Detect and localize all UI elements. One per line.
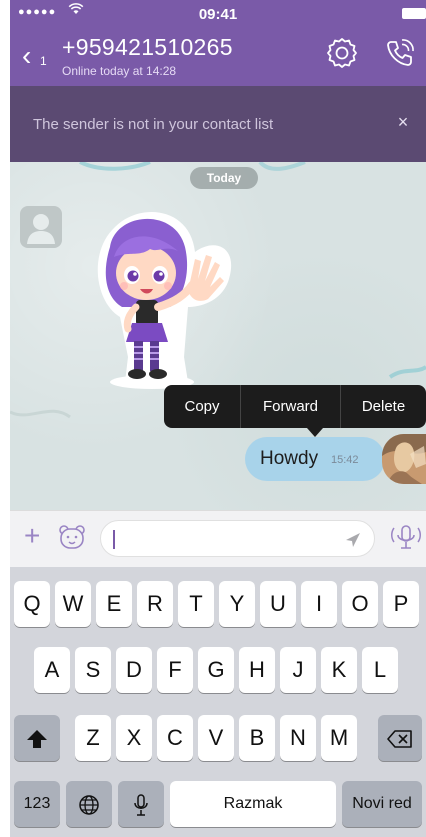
message-input[interactable] [100, 520, 375, 557]
status-bar: ●●●●● 09:41 [10, 0, 426, 30]
chat-header: ●●●●● 09:41 ‹ 1 +959421510265 Online tod… [10, 0, 426, 86]
backspace-icon [387, 730, 412, 748]
forward-menu-item[interactable]: Forward [241, 385, 341, 428]
key-l[interactable]: L [362, 647, 398, 693]
on-screen-keyboard: Q W E R T Y U I O P A S D F G H J K L Z … [10, 567, 426, 837]
key-w[interactable]: W [55, 581, 91, 627]
message-timestamp: 15:42 [331, 454, 359, 466]
gear-icon [327, 38, 357, 68]
key-n[interactable]: N [280, 715, 316, 761]
message-composer: + [10, 510, 426, 567]
delete-menu-item[interactable]: Delete [341, 385, 426, 428]
key-v[interactable]: V [198, 715, 234, 761]
numbers-key[interactable]: 123 [14, 781, 60, 827]
key-f[interactable]: F [157, 647, 193, 693]
microphone-icon [134, 794, 148, 816]
send-icon[interactable] [344, 531, 362, 549]
key-b[interactable]: B [239, 715, 275, 761]
phone-icon [387, 39, 414, 66]
sticker-bear-icon[interactable] [58, 524, 86, 550]
key-j[interactable]: J [280, 647, 316, 693]
key-i[interactable]: I [301, 581, 337, 627]
dictation-key[interactable] [118, 781, 164, 827]
voice-message-button[interactable] [388, 521, 424, 555]
key-m[interactable]: M [321, 715, 357, 761]
message-context-menu: Copy Forward Delete [164, 385, 426, 428]
close-icon[interactable]: × [392, 112, 414, 133]
banner-text: The sender is not in your contact list [33, 116, 274, 133]
unknown-sender-banner: The sender is not in your contact list × [10, 86, 426, 162]
key-q[interactable]: Q [14, 581, 50, 627]
waving-girl-sticker[interactable] [80, 207, 250, 390]
key-p[interactable]: P [383, 581, 419, 627]
contact-name[interactable]: +959421510265 [62, 34, 233, 61]
chevron-left-icon: ‹ [22, 40, 32, 71]
space-key[interactable]: Razmak [170, 781, 336, 827]
key-x[interactable]: X [116, 715, 152, 761]
return-key[interactable]: Novi red [342, 781, 422, 827]
context-menu-pointer [307, 428, 323, 437]
contact-status: Online today at 14:28 [62, 64, 177, 78]
key-r[interactable]: R [137, 581, 173, 627]
key-g[interactable]: G [198, 647, 234, 693]
sender-avatar[interactable] [20, 206, 62, 248]
shift-key[interactable] [14, 715, 60, 761]
text-cursor [113, 530, 115, 549]
shift-arrow-icon [27, 730, 47, 749]
key-h[interactable]: H [239, 647, 275, 693]
chat-area[interactable]: Today Copy Forward Delete Howdy 15:42 [10, 162, 426, 510]
key-y[interactable]: Y [219, 581, 255, 627]
key-z[interactable]: Z [75, 715, 111, 761]
key-s[interactable]: S [75, 647, 111, 693]
unread-count: 1 [40, 54, 47, 68]
key-o[interactable]: O [342, 581, 378, 627]
outgoing-message-bubble[interactable]: Howdy 15:42 [245, 437, 385, 481]
globe-icon [79, 795, 99, 815]
backspace-key[interactable] [378, 715, 422, 761]
back-button[interactable]: ‹ 1 [22, 42, 56, 72]
key-e[interactable]: E [96, 581, 132, 627]
microphone-icon [391, 525, 421, 549]
key-a[interactable]: A [34, 647, 70, 693]
clock: 09:41 [198, 6, 238, 23]
call-button[interactable] [382, 36, 418, 70]
own-avatar[interactable] [382, 434, 426, 484]
key-c[interactable]: C [157, 715, 193, 761]
key-u[interactable]: U [260, 581, 296, 627]
message-text: Howdy [260, 448, 319, 469]
key-t[interactable]: T [178, 581, 214, 627]
settings-button[interactable] [325, 36, 359, 70]
battery-icon [402, 8, 426, 19]
add-attachment-button[interactable]: + [24, 522, 46, 550]
key-k[interactable]: K [321, 647, 357, 693]
date-separator: Today [190, 167, 258, 189]
copy-menu-item[interactable]: Copy [164, 385, 241, 428]
key-d[interactable]: D [116, 647, 152, 693]
globe-key[interactable] [66, 781, 112, 827]
